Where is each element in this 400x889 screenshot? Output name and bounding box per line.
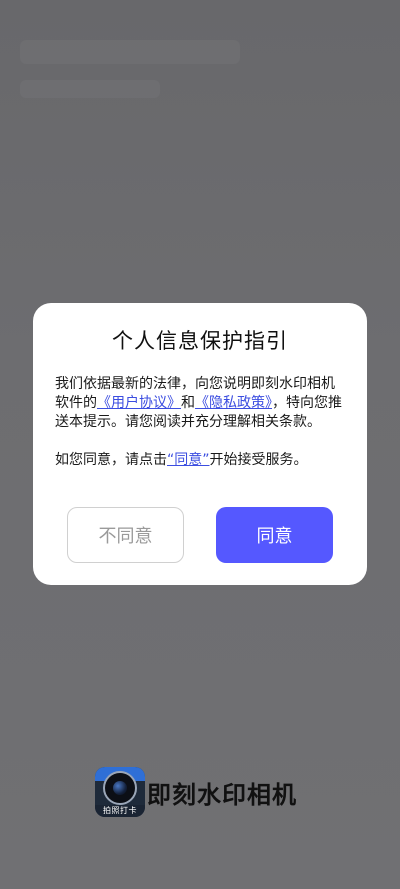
disagree-button[interactable]: 不同意	[67, 507, 184, 563]
agree-button[interactable]: 同意	[216, 507, 333, 563]
camera-lens-icon	[103, 771, 137, 805]
background-shape	[20, 40, 240, 64]
privacy-dialog: 个人信息保护指引 我们依据最新的法律，向您说明即刻水印相机软件的《用户协议》和《…	[33, 303, 367, 585]
and-text: 和	[181, 395, 195, 411]
dialog-body: 我们依据最新的法律，向您说明即刻水印相机软件的《用户协议》和《隐私政策》，特向您…	[55, 375, 347, 470]
dialog-paragraph-consent: 如您同意，请点击“同意”开始接受服务。	[55, 451, 347, 470]
dialog-paragraph-notice: 我们依据最新的法律，向您说明即刻水印相机软件的《用户协议》和《隐私政策》，特向您…	[55, 375, 347, 432]
consent-prefix-text: 如您同意，请点击	[55, 452, 167, 468]
camera-lens-glass	[113, 781, 127, 795]
background-shape	[20, 80, 160, 98]
camera-app-icon: 拍照打卡	[95, 767, 145, 817]
dialog-title: 个人信息保护指引	[112, 329, 288, 353]
consent-suffix-text: 开始接受服务。	[209, 452, 308, 468]
privacy-policy-link[interactable]: 《隐私政策》	[195, 395, 272, 411]
icon-tag-label: 拍照打卡	[95, 805, 145, 817]
app-branding: 拍照打卡 即刻水印相机	[95, 766, 297, 818]
consent-agree-link[interactable]: “同意”	[167, 452, 210, 468]
user-agreement-link[interactable]: 《用户协议》	[97, 395, 181, 411]
app-name: 即刻水印相机	[147, 780, 297, 809]
